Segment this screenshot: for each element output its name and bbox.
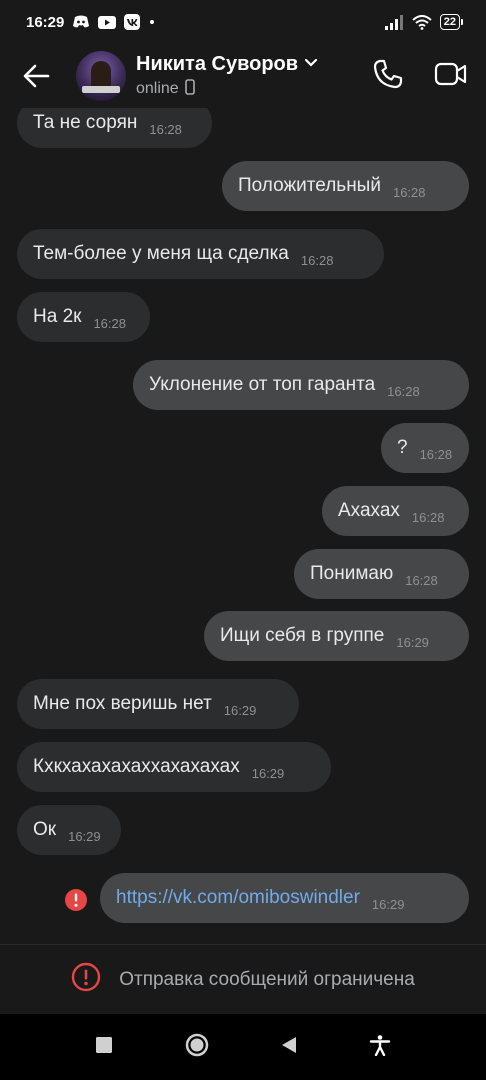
message-bubble[interactable]: Мне пох веришь нет 16:29 [17,679,299,729]
discord-icon [72,15,90,29]
message-link[interactable]: https://vk.com/omiboswindler [116,887,360,909]
message-bubble[interactable]: Понимаю 16:28 [294,549,469,599]
avatar[interactable] [76,51,126,101]
message-bubble[interactable]: Уклонение от топ гаранта 16:28 [133,360,469,410]
message-bubble[interactable]: ? 16:28 [381,423,469,473]
vk-icon [124,14,141,30]
message-bubble[interactable]: Ахахах 16:28 [322,486,469,536]
warning-circle-icon [71,962,101,998]
accessibility-icon[interactable] [369,1034,391,1061]
status-bar: 16:29 22 [0,0,486,44]
recent-apps-icon[interactable] [95,1036,113,1059]
signal-icon [384,14,404,30]
back-arrow-icon[interactable] [18,58,54,94]
back-icon[interactable] [280,1036,298,1059]
online-status: online [136,80,179,97]
message-list[interactable]: Та не сорян 16:28 Положительный 16:28 Тем-… [0,108,486,944]
mobile-device-icon [184,78,195,100]
youtube-icon [98,15,117,29]
message-bubble[interactable]: Тем-более у меня ща сделка 16:28 [17,229,384,279]
message-bubble[interactable]: https://vk.com/omiboswindler 16:29 [100,873,469,923]
battery-icon: 22 [439,14,464,30]
contact-name: Никита Суворов [136,52,299,75]
message-bubble[interactable]: Кхкхахахахаххахахахах 16:29 [17,742,331,792]
restricted-notice-text: Отправка сообщений ограничена [119,969,415,990]
messaging-restricted-banner: Отправка сообщений ограничена [0,944,486,1015]
status-time: 16:29 [26,13,65,31]
message-bubble[interactable]: Ок 16:29 [17,805,121,855]
phone-icon[interactable] [372,58,404,95]
chat-header: Никита Суворов online [0,44,486,108]
message-bubble[interactable]: Ищи себя в группе 16:29 [204,611,469,661]
message-bubble[interactable]: Та не сорян 16:28 [17,108,212,148]
message-bubble[interactable]: На 2к 16:28 [17,292,150,342]
chat-title[interactable]: Никита Суворов online [136,53,318,100]
send-failed-icon[interactable] [64,888,88,917]
system-navigation-bar [0,1014,486,1080]
chevron-down-icon [304,55,318,73]
wifi-icon [412,14,432,30]
video-camera-icon[interactable] [434,61,468,92]
message-bubble[interactable]: Положительный 16:28 [222,161,469,211]
dot-icon [148,18,156,26]
home-icon[interactable] [184,1032,210,1063]
